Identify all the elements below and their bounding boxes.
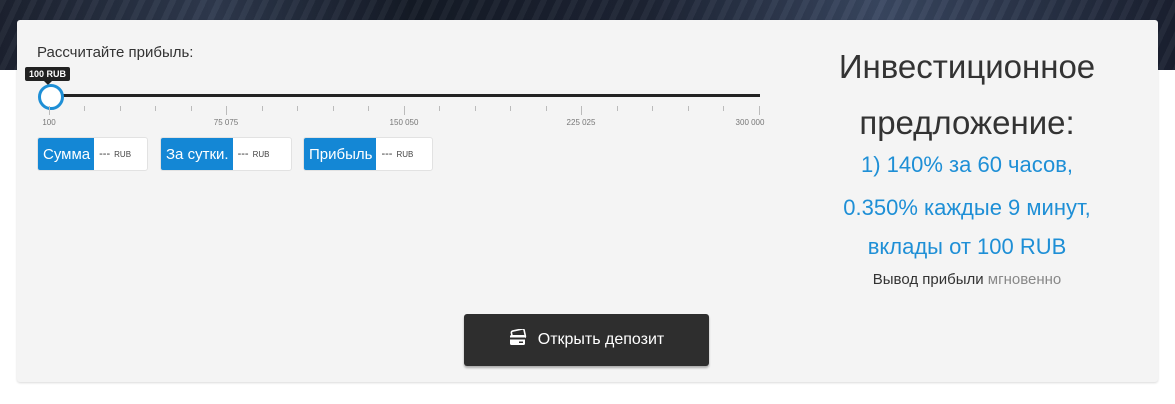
slider-tick [226,106,227,115]
slider-tick [475,106,476,111]
sum-label: Сумма [38,138,95,170]
slider-tick [84,106,85,111]
slider-tick [439,106,440,111]
slider-tick [191,106,192,111]
slider-tick-label: 75 075 [213,118,239,127]
slider-tick [297,106,298,111]
slider-tick [688,106,689,111]
amount-slider-track[interactable] [49,94,760,97]
profit-value: --- [381,148,393,160]
offer-title-line1: Инвестиционное [838,48,1096,85]
offer-line: 0.350% каждые 9 минут, [843,195,1091,220]
slider-tick-label: 225 025 [566,118,596,127]
credit-card-icon [509,327,529,352]
open-deposit-button[interactable]: Открыть депозит [464,314,709,366]
slider-tick [723,106,724,111]
offer-line: вклады от 100 RUB [867,234,1067,259]
slider-tick-label: 150 050 [389,118,419,127]
daily-box: За сутки. --- RUB [160,137,292,171]
slider-tick-label: 300 000 [735,118,765,127]
daily-label: За сутки. [161,138,233,170]
slider-tick [510,106,511,111]
slider-tick [404,106,405,115]
slider-tick [155,106,156,111]
profit-unit: RUB [396,149,414,159]
profit-label: Прибыль [304,138,377,170]
slider-tick [333,106,334,111]
sum-value: --- [99,148,111,160]
sum-unit: RUB [114,149,132,159]
amount-slider-handle[interactable] [38,84,64,110]
withdraw-info: Вывод прибыли мгновенно [777,271,1157,288]
slider-tick [262,106,263,111]
slider-tick [652,106,653,111]
daily-value: --- [237,148,249,160]
offer-line: 1) 140% за 60 часов, [860,152,1074,177]
withdraw-label: Вывод прибыли [872,271,984,288]
profit-box: Прибыль --- RUB [303,137,433,171]
slider-tooltip: 100 RUB [25,67,71,85]
slider-tick [120,106,121,111]
slider-tick [617,106,618,111]
slider-tick-label: 100 [42,118,56,127]
slider-tick [368,106,369,111]
withdraw-value: мгновенно [987,271,1062,288]
daily-unit: RUB [252,149,270,159]
slider-tick [581,106,582,115]
offer-title-line2: предложение: [859,104,1075,141]
slider-tick [49,106,50,115]
slider-tick [759,106,760,115]
calculator-panel: Рассчитайте прибыль: 100 RUB 100 75 075 … [17,20,1158,382]
sum-box: Сумма --- RUB [37,137,148,171]
calculator-label: Рассчитайте прибыль: [37,44,194,61]
open-deposit-label: Открыть депозит [537,331,665,348]
slider-tick [546,106,547,111]
